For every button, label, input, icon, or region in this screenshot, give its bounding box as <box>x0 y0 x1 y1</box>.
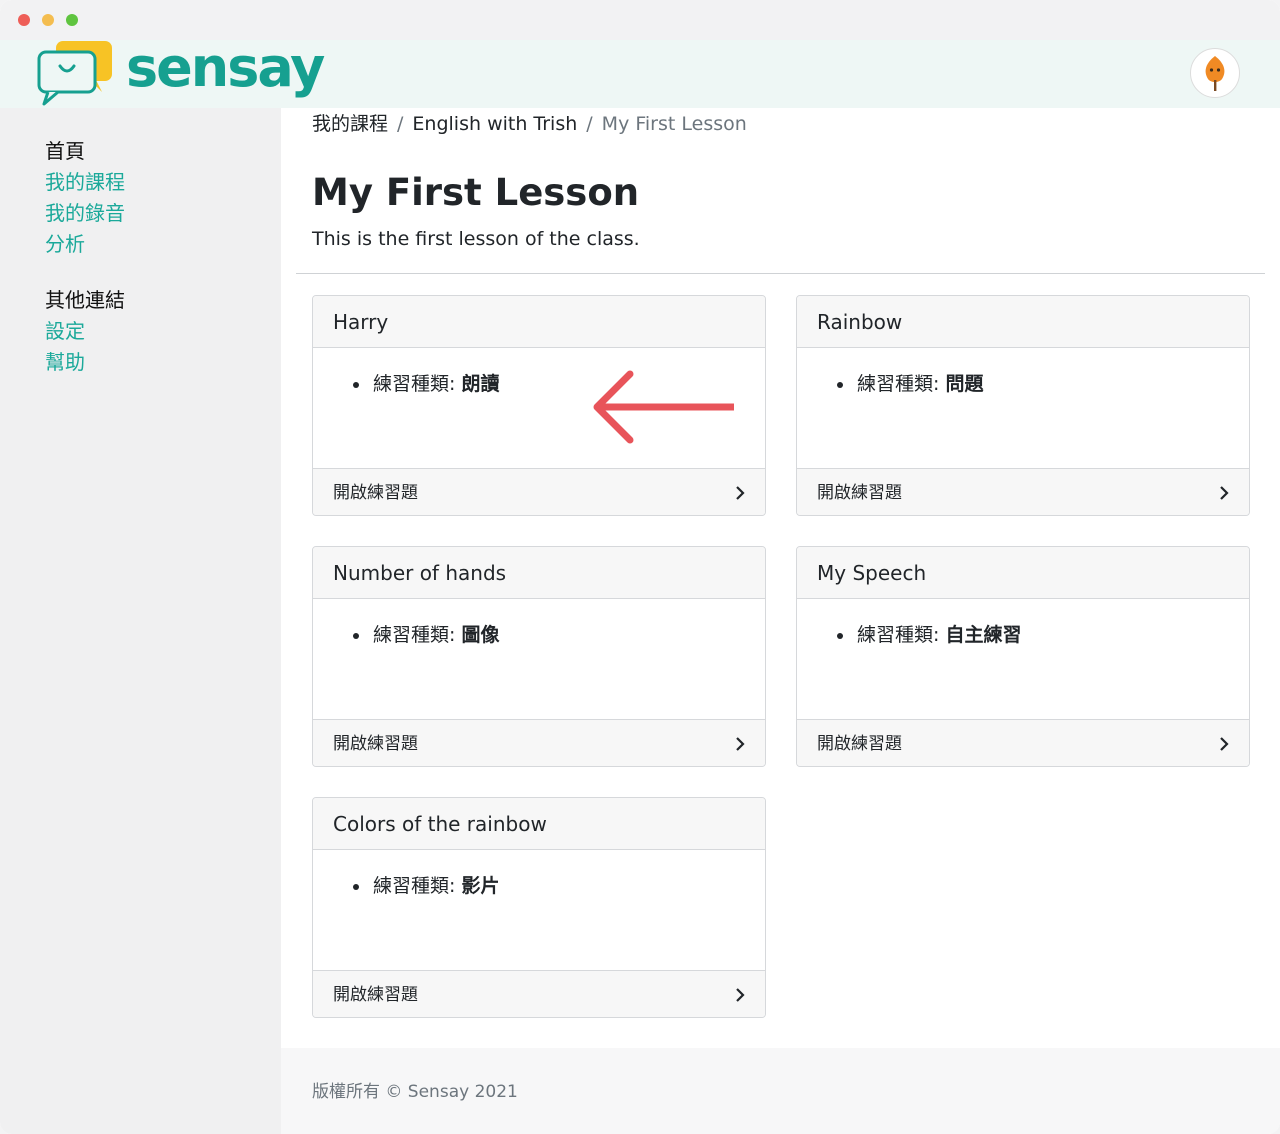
exercise-type-item: 練習種類: 影片 <box>353 872 499 900</box>
sidebar-link-settings[interactable]: 設定 <box>45 316 125 347</box>
breadcrumb-my-courses[interactable]: 我的課程 <box>312 113 388 135</box>
card-body: 練習種類: 圖像 <box>313 599 765 719</box>
bullet-icon <box>353 382 359 388</box>
page-description: This is the first lesson of the class. <box>312 228 640 250</box>
brand-name: sensay <box>126 36 325 99</box>
card-body: 練習種類: 影片 <box>313 850 765 970</box>
bullet-icon <box>837 633 843 639</box>
sidebar-nav: 首頁 我的課程 我的錄音 分析 其他連結 設定 幫助 <box>0 108 281 1134</box>
main-content: 我的課程 / English with Trish / My First Lesson … <box>281 108 1280 1048</box>
section-divider <box>296 273 1265 274</box>
exercise-type-value: 影片 <box>461 875 500 897</box>
sidebar-link-analytics[interactable]: 分析 <box>45 229 125 260</box>
maximize-window-button[interactable] <box>66 14 78 26</box>
sidebar-group-other: 其他連結 設定 幫助 <box>45 285 125 378</box>
card-title: Colors of the rainbow <box>313 798 765 850</box>
page-title: My First Lesson <box>312 171 640 214</box>
sensay-logo[interactable]: sensay <box>36 36 325 108</box>
bullet-icon <box>353 884 359 890</box>
exercise-type-item: 練習種類: 自主練習 <box>837 621 1021 649</box>
exercise-type-value: 朗讀 <box>461 373 500 395</box>
exercise-type-value: 問題 <box>945 373 984 395</box>
open-exercise-label: 開啟練習題 <box>333 483 418 503</box>
sidebar-link-my-courses[interactable]: 我的課程 <box>45 167 125 198</box>
bullet-icon <box>837 382 843 388</box>
open-exercise-label: 開啟練習題 <box>333 985 418 1005</box>
exercise-type-label: 練習種類: <box>373 624 456 646</box>
exercise-type-value: 圖像 <box>461 624 500 646</box>
chevron-right-icon <box>1220 486 1229 500</box>
breadcrumb-current: My First Lesson <box>601 113 747 135</box>
sidebar-group-main: 首頁 我的課程 我的錄音 分析 <box>45 136 125 260</box>
exercise-type-item: 練習種類: 問題 <box>837 370 983 398</box>
card-title: My Speech <box>797 547 1249 599</box>
card-title: Harry <box>313 296 765 348</box>
breadcrumb: 我的課程 / English with Trish / My First Lesson <box>312 110 747 138</box>
exercise-type-item: 練習種類: 圖像 <box>353 621 499 649</box>
open-exercise-button[interactable]: 開啟練習題 <box>797 719 1249 766</box>
app-header: sensay <box>0 36 1280 108</box>
chat-bubbles-logo-icon <box>37 41 112 106</box>
copyright-text: 版權所有 © Sensay 2021 <box>312 1082 518 1102</box>
card-body: 練習種類: 問題 <box>797 348 1249 468</box>
open-exercise-button[interactable]: 開啟練習題 <box>797 468 1249 515</box>
exercise-type-label: 練習種類: <box>857 624 940 646</box>
exercise-card-my-speech: My Speech 練習種類: 自主練習 開啟練習題 <box>796 546 1250 767</box>
minimize-window-button[interactable] <box>42 14 54 26</box>
close-window-button[interactable] <box>18 14 30 26</box>
open-exercise-label: 開啟練習題 <box>817 734 902 754</box>
sidebar-link-my-recordings[interactable]: 我的錄音 <box>45 198 125 229</box>
open-exercise-button[interactable]: 開啟練習題 <box>313 719 765 766</box>
exercise-card-number-of-hands: Number of hands 練習種類: 圖像 開啟練習題 <box>312 546 766 767</box>
bullet-icon <box>353 633 359 639</box>
window-titlebar <box>0 0 1280 40</box>
open-exercise-button[interactable]: 開啟練習題 <box>313 970 765 1017</box>
card-body: 練習種類: 自主練習 <box>797 599 1249 719</box>
exercise-type-item: 練習種類: 朗讀 <box>353 370 499 398</box>
open-exercise-label: 開啟練習題 <box>333 734 418 754</box>
breadcrumb-course[interactable]: English with Trish <box>412 113 577 135</box>
sidebar-link-help[interactable]: 幫助 <box>45 347 125 378</box>
chevron-right-icon <box>736 486 745 500</box>
browser-window: sensay 首頁 我的課程 我的錄音 分析 其他連結 設定 幫助 我的課程 / E… <box>0 0 1280 1134</box>
card-title: Number of hands <box>313 547 765 599</box>
sidebar-heading-other-links: 其他連結 <box>45 288 125 312</box>
chevron-right-icon <box>1220 737 1229 751</box>
breadcrumb-separator: / <box>397 113 404 135</box>
page-footer: 版權所有 © Sensay 2021 <box>281 1048 1280 1134</box>
exercise-type-label: 練習種類: <box>373 373 456 395</box>
open-exercise-label: 開啟練習題 <box>817 483 902 503</box>
chevron-right-icon <box>736 737 745 751</box>
exercise-type-label: 練習種類: <box>373 875 456 897</box>
chevron-right-icon <box>736 988 745 1002</box>
breadcrumb-separator: / <box>586 113 593 135</box>
exercise-card-colors-of-the-rainbow: Colors of the rainbow 練習種類: 影片 開啟練習題 <box>312 797 766 1018</box>
user-avatar[interactable] <box>1190 48 1240 98</box>
annotation-arrow-icon <box>593 370 734 444</box>
open-exercise-button[interactable]: 開啟練習題 <box>313 468 765 515</box>
sidebar-heading-home[interactable]: 首頁 <box>45 136 125 167</box>
exercise-type-value: 自主練習 <box>945 624 1022 646</box>
exercise-type-label: 練習種類: <box>857 373 940 395</box>
exercise-card-rainbow: Rainbow 練習種類: 問題 開啟練習題 <box>796 295 1250 516</box>
card-title: Rainbow <box>797 296 1249 348</box>
leaf-avatar-icon <box>1205 56 1225 91</box>
